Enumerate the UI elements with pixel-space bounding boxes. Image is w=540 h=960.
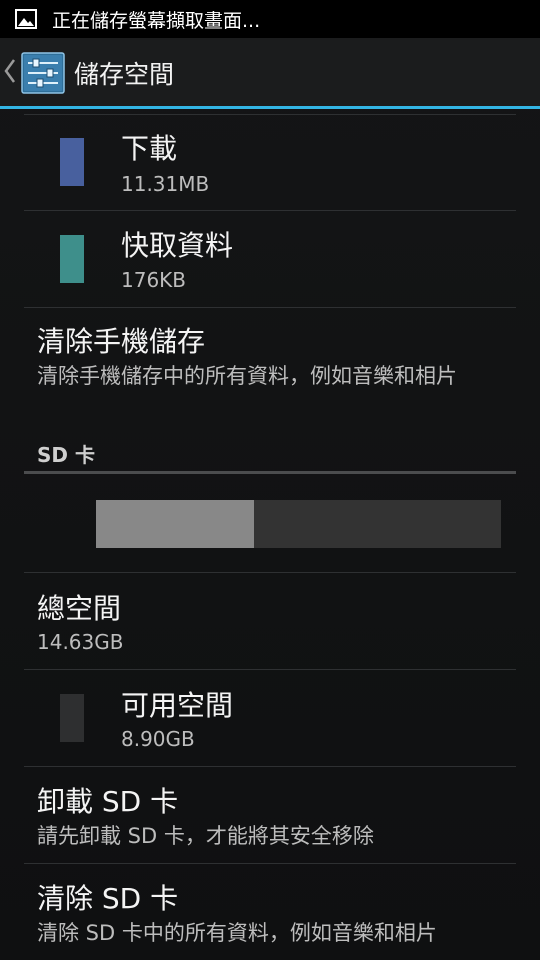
unmount-sd-card-item[interactable]: 卸載 SD 卡 請先卸載 SD 卡，才能將其安全移除 [0,767,540,863]
unmount-sd-title: 卸載 SD 卡 [37,785,179,818]
sd-total-value: 14.63GB [37,630,124,654]
storage-item-downloads[interactable]: 下載 11.31MB [0,115,540,210]
erase-internal-storage-item[interactable]: 清除手機儲存 清除手機儲存中的所有資料，例如音樂和相片 [0,308,540,428]
erase-internal-title: 清除手機儲存 [37,325,206,358]
storage-item-label: 下載 [121,132,178,165]
up-navigation-button[interactable]: 儲存空間 [0,38,190,106]
sd-total-space-item: 總空間 14.63GB [0,573,540,668]
page-title: 儲存空間 [74,60,175,89]
back-caret-icon [3,58,17,84]
storage-item-value: 11.31MB [121,172,210,196]
sd-usage-used-segment [96,500,254,548]
sd-card-section-header: SD 卡 [37,443,95,467]
erase-internal-summary: 清除手機儲存中的所有資料，例如音樂和相片 [37,364,457,388]
downloads-color-swatch [60,138,84,186]
action-bar: 儲存空間 [0,38,540,106]
storage-item-cache[interactable]: 快取資料 176KB [0,211,540,307]
sd-available-value: 8.90GB [121,727,195,751]
sd-available-label: 可用空間 [121,689,234,722]
section-rule [24,471,516,474]
picture-icon [14,7,38,31]
erase-sd-title: 清除 SD 卡 [37,882,179,915]
settings-icon [21,52,65,94]
erase-sd-card-item[interactable]: 清除 SD 卡 清除 SD 卡中的所有資料，例如音樂和相片 [0,864,540,960]
screen: 正在儲存螢幕擷取畫面... 儲存空間 下載 11.31MB 快取資料 176KB… [0,0,540,960]
status-notification-text: 正在儲存螢幕擷取畫面... [52,9,261,32]
sd-available-space-item: 可用空間 8.90GB [0,670,540,766]
unmount-sd-summary: 請先卸載 SD 卡，才能將其安全移除 [37,824,374,848]
erase-sd-summary: 清除 SD 卡中的所有資料，例如音樂和相片 [37,921,437,945]
sd-total-label: 總空間 [37,592,122,625]
storage-item-value: 176KB [121,268,187,292]
storage-item-label: 快取資料 [121,229,234,262]
sd-usage-bar [96,500,501,548]
action-bar-underline [0,106,540,109]
available-color-swatch [60,694,84,742]
cache-color-swatch [60,235,84,283]
status-bar: 正在儲存螢幕擷取畫面... [0,0,540,38]
